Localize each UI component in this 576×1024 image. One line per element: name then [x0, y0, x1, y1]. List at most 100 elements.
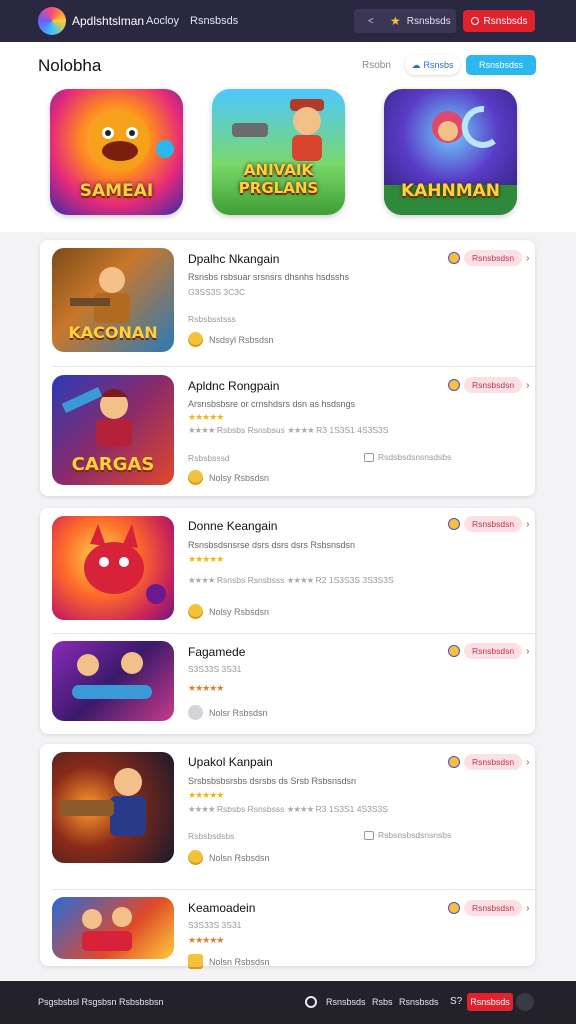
developer-row: Nolsn Rsbsdsn [188, 954, 270, 969]
divider [52, 366, 535, 367]
chevron-right-icon: › [526, 756, 530, 768]
item-title[interactable]: Donne Keangain [188, 519, 277, 533]
user-icon [188, 705, 203, 720]
chevron-right-icon: › [526, 252, 530, 264]
footer-link-2[interactable]: Rsbs [372, 997, 393, 1007]
topbar-action-label: Rsnsbsds [483, 15, 528, 27]
item-subtext: G3SS3S 3C3C [188, 287, 246, 297]
item-description: Arsnsbsbsre or crnshdsrs dsn as hsdsngs [188, 399, 356, 409]
topbar-selector[interactable]: < ★ Rsnsbsds [354, 9, 456, 33]
item-meta-right: Rsbsnsbsdsnsnsbs [364, 830, 451, 840]
image-icon [364, 452, 374, 462]
rating-text-2: R3 1S3S1 4S3S3S [315, 804, 388, 814]
rating-text-2: R2 1S3S3S 3S3S3S [315, 575, 394, 585]
divider [52, 889, 535, 890]
item-title[interactable]: Fagamede [188, 645, 245, 659]
featured-game-1-title: SAMEAI [79, 181, 154, 201]
item-tag[interactable]: Rsnsbsdsn › [448, 900, 529, 916]
item-tag[interactable]: Rsnsbsdsn › [448, 377, 529, 393]
gray-stars: ★★★★ [188, 804, 216, 814]
settings-icon[interactable] [516, 993, 534, 1011]
header-link[interactable]: Rsobn [362, 60, 391, 71]
coin-icon [188, 332, 203, 347]
rating-summary: ★★★★ Rsbsbs Rsnsbsus ★★★★ R3 1S3S1 4S3S3… [188, 425, 388, 436]
item-title[interactable]: Dpalhc Nkangain [188, 252, 279, 266]
brand-name[interactable]: Apdlshtslman [72, 14, 144, 28]
item-title[interactable]: Keamoadein [188, 901, 255, 915]
item-meta: Rsbsbsssd [188, 453, 230, 463]
tag-label: Rsnsbsdsn [464, 643, 523, 659]
trophy-icon [188, 954, 203, 969]
developer-name: Nolsr Rsbsdsn [209, 707, 268, 718]
footer-link-1[interactable]: Rsnsbsds [326, 997, 366, 1007]
star-rating: ★★★★★ [188, 935, 224, 945]
developer-name: Nsdsyl Rsbsdsn [209, 334, 274, 345]
badge-icon [448, 252, 460, 264]
item-tag[interactable]: Rsnsbsdsn › [448, 754, 529, 770]
gray-stars: ★★★★ [286, 575, 315, 585]
topbar-action-button[interactable]: Rsnsbsds [463, 10, 535, 32]
featured-game-2[interactable]: ANIVAIK PRGLANS [212, 89, 345, 215]
item-description: Rsnsbsdsnsrse dsrs dsrs dsrs Rsbsnsdsn [188, 540, 356, 550]
game-thumbnail-1[interactable]: KACONAN [52, 248, 174, 352]
heart-icon[interactable] [305, 996, 317, 1008]
developer-row: Nolsr Rsbsdsn [188, 705, 268, 720]
badge-icon [448, 756, 460, 768]
rating-text: Rsbsbs Rsnsbsus [216, 425, 285, 435]
gray-stars: ★★★★ [188, 575, 216, 585]
gray-stars: ★★★★ [286, 804, 315, 814]
header-primary-button[interactable]: Rsnsbsdss [466, 55, 536, 75]
developer-row: Nolsy Rsbsdsn [188, 470, 269, 485]
game-thumbnail-2-title: CARGAS [71, 454, 155, 475]
trophy-icon [188, 470, 203, 485]
featured-game-3-title: KAHNMAN [400, 181, 501, 201]
rating-text: Rsnsbs Rsnsbsss [216, 575, 285, 585]
chevron-right-icon: › [526, 379, 530, 391]
star-rating: ★★★★★ [188, 790, 224, 800]
item-meta: Rsbsbsstsss [188, 314, 236, 324]
item-title[interactable]: Upakol Kanpain [188, 755, 273, 769]
game-thumbnail-6[interactable] [52, 897, 174, 959]
item-tag[interactable]: Rsnsbsdsn › [448, 643, 529, 659]
footer-help-icon[interactable]: S? [450, 996, 462, 1007]
item-description: Srsbsbsbsrsbs dsrsbs ds Srsb Rsbsnsdsn [188, 776, 357, 786]
chevron-right-icon: › [526, 645, 530, 657]
item-description: Rsnsbs rsbsuar srsnsrs dhsnhs hsdsshs [188, 272, 350, 282]
tag-label: Rsnsbsdsn [464, 754, 523, 770]
chevron-left-icon[interactable]: < [368, 16, 390, 27]
record-icon [470, 17, 479, 25]
item-tag[interactable]: Rsnsbsdsn › [448, 250, 529, 266]
chevron-right-icon: › [526, 902, 530, 914]
star-rating: ★★★★★ [188, 683, 224, 693]
featured-game-2-title: ANIVAIK PRGLANS [238, 161, 319, 197]
game-thumbnail-5[interactable] [52, 752, 174, 863]
gunner-illustration [60, 768, 146, 836]
footer-action-button[interactable]: Rsnsbsds [467, 993, 513, 1011]
cloud-icon: ☁ [411, 59, 421, 70]
item-meta-right-label: Rsbsnsbsdsnsnsbs [378, 830, 452, 840]
item-meta-right: Rsdsbsdsnsnsdsbs [364, 452, 451, 462]
nav-link-1[interactable]: Aocloy [146, 15, 179, 27]
nav-link-2[interactable]: Rsnsbsds [190, 15, 238, 27]
game-thumbnail-3[interactable] [52, 516, 174, 620]
header-secondary-button[interactable]: ☁ Rsnsbs [405, 55, 460, 75]
developer-name: Nolsn Rsbsdsn [209, 956, 270, 967]
featured-game-3[interactable]: KAHNMAN [384, 89, 517, 215]
star-rating: ★★★★★ [188, 412, 224, 422]
footer-link-3[interactable]: Rsnsbsds [399, 997, 439, 1007]
game-thumbnail-4[interactable] [52, 641, 174, 721]
item-title[interactable]: Apldnc Rongpain [188, 379, 279, 393]
app-logo[interactable] [38, 7, 66, 35]
item-subtext: S3S33S 3S31 [188, 920, 242, 930]
star-icon: ★ [390, 14, 401, 28]
item-tag[interactable]: Rsnsbsdsn › [448, 516, 529, 532]
game-thumbnail-2[interactable]: CARGAS [52, 375, 174, 485]
footer-links[interactable]: Psgsbsbsl Rsgsbsn Rsbsbsbsn [38, 997, 164, 1007]
developer-name: Nolsn Rsbsdsn [209, 852, 270, 863]
tag-label: Rsnsbsdsn [464, 377, 523, 393]
rating-text-2: R3 1S3S1 4S3S3S [316, 425, 389, 435]
featured-game-1[interactable]: SAMEAI [50, 89, 183, 215]
gray-stars: ★★★★ [188, 425, 216, 435]
developer-row: Nolsn Rsbsdsn [188, 850, 270, 865]
page-title: Nolobha [38, 56, 102, 75]
